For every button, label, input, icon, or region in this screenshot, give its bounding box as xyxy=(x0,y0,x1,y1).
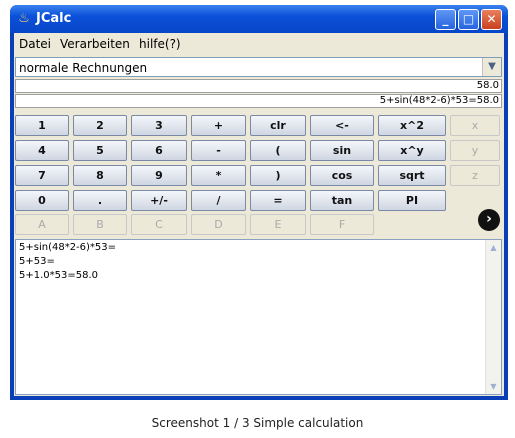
key-2[interactable]: 2 xyxy=(73,115,127,136)
jcalc-window: ♨ JCalc _ □ ✕ Datei Verarbeiten hilfe(?)… xyxy=(10,5,508,400)
log-line: 5+sin(48*2-6)*53= xyxy=(19,242,117,253)
key-dot[interactable]: . xyxy=(73,190,127,211)
key-1[interactable]: 1 xyxy=(15,115,69,136)
key-6[interactable]: 6 xyxy=(131,140,187,161)
arrow-right-circle-icon[interactable]: › xyxy=(478,209,500,231)
key-3[interactable]: 3 xyxy=(131,115,187,136)
key-cos[interactable]: cos xyxy=(310,165,374,186)
key-5[interactable]: 5 xyxy=(73,140,127,161)
key-times[interactable]: * xyxy=(191,165,246,186)
maximize-button[interactable]: □ xyxy=(458,9,479,30)
key-clr[interactable]: clr xyxy=(250,115,306,136)
window-content: Datei Verarbeiten hilfe(?) normale Rechn… xyxy=(14,33,504,396)
key-xpowy[interactable]: x^y xyxy=(378,140,446,161)
title-bar[interactable]: ♨ JCalc _ □ ✕ xyxy=(10,5,508,33)
key-b[interactable]: B xyxy=(73,214,127,235)
key-backspace[interactable]: <- xyxy=(310,115,374,136)
menu-hilfe[interactable]: hilfe(?) xyxy=(139,37,181,51)
expression-display: 5+sin(48*2-6)*53=58.0 xyxy=(15,94,502,108)
scroll-down-icon[interactable]: ▼ xyxy=(487,380,500,393)
vertical-scrollbar[interactable]: ▲ ▼ xyxy=(485,240,501,394)
key-negate[interactable]: +/- xyxy=(131,190,187,211)
key-0[interactable]: 0 xyxy=(15,190,69,211)
calculation-log: 5+sin(48*2-6)*53= 5+53= 5+1.0*53=58.0 ▲ … xyxy=(15,239,502,395)
java-cup-icon: ♨ xyxy=(18,11,30,26)
key-plus[interactable]: + xyxy=(191,115,246,136)
mode-select-value: normale Rechnungen xyxy=(19,61,148,75)
key-c[interactable]: C xyxy=(131,214,187,235)
key-divide[interactable]: / xyxy=(191,190,246,211)
key-z[interactable]: z xyxy=(450,165,500,186)
key-7[interactable]: 7 xyxy=(15,165,69,186)
key-pi[interactable]: PI xyxy=(378,190,446,211)
menu-datei[interactable]: Datei xyxy=(19,37,51,51)
key-9[interactable]: 9 xyxy=(131,165,187,186)
screenshot-caption: Screenshot 1 / 3 Simple calculation xyxy=(151,416,364,430)
scroll-up-icon[interactable]: ▲ xyxy=(487,241,500,254)
key-e[interactable]: E xyxy=(250,214,306,235)
key-tan[interactable]: tan xyxy=(310,190,374,211)
key-4[interactable]: 4 xyxy=(15,140,69,161)
key-y[interactable]: y xyxy=(450,140,500,161)
key-minus[interactable]: - xyxy=(191,140,246,161)
key-d[interactable]: D xyxy=(191,214,246,235)
close-button[interactable]: ✕ xyxy=(481,9,502,30)
menu-bar: Datei Verarbeiten hilfe(?) xyxy=(14,33,504,55)
chevron-down-icon[interactable]: ▼ xyxy=(482,58,501,76)
log-line: 5+1.0*53=58.0 xyxy=(19,270,99,281)
key-equals[interactable]: = xyxy=(250,190,306,211)
window-title: JCalc xyxy=(36,11,72,26)
key-8[interactable]: 8 xyxy=(73,165,127,186)
minimize-button[interactable]: _ xyxy=(435,9,456,30)
key-rparen[interactable]: ) xyxy=(250,165,306,186)
key-lparen[interactable]: ( xyxy=(250,140,306,161)
key-sin[interactable]: sin xyxy=(310,140,374,161)
key-f[interactable]: F xyxy=(310,214,374,235)
log-line: 5+53= xyxy=(19,256,55,267)
result-display: 58.0 xyxy=(15,79,502,93)
key-sqrt[interactable]: sqrt xyxy=(378,165,446,186)
mode-select[interactable]: normale Rechnungen ▼ xyxy=(15,57,502,77)
key-x[interactable]: x xyxy=(450,115,500,136)
menu-verarbeiten[interactable]: Verarbeiten xyxy=(60,37,130,51)
key-a[interactable]: A xyxy=(15,214,69,235)
key-xpow2[interactable]: x^2 xyxy=(378,115,446,136)
